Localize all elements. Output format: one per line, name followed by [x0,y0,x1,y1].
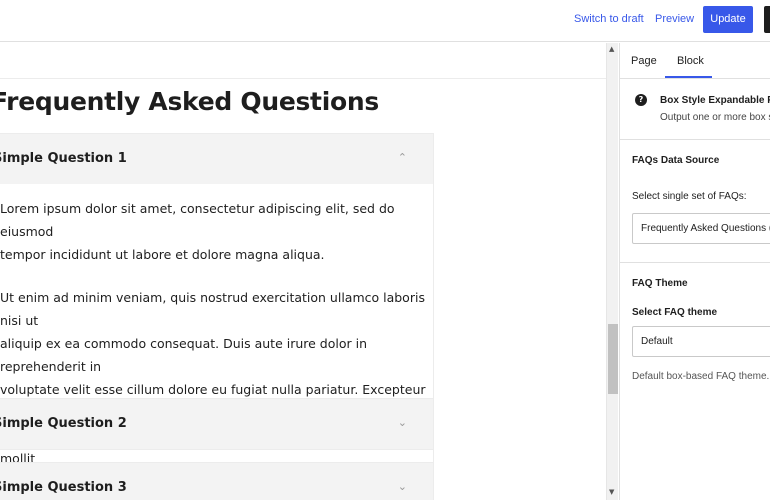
faq-item: Simple Question 3 ⌄ [0,462,434,500]
faq-answer-paragraph: Lorem ipsum dolor sit amet, consectetur … [0,197,427,266]
faq-question-header[interactable]: Simple Question 1 ⌃ [0,134,433,184]
sidebar-tabs: Page Block [620,43,770,79]
help-circle-icon: ? [635,94,647,106]
faq-set-label: Select single set of FAQs: [632,191,747,202]
block-name: Box Style Expandable FAQ [660,95,770,106]
preview-button[interactable]: Preview [655,13,694,25]
faq-question-header[interactable]: Simple Question 2 ⌄ [0,399,433,449]
faq-theme-select-value: Default [641,336,673,347]
faq-answer-text: Lorem ipsum dolor sit amet, consectetur … [0,201,395,262]
faq-set-select[interactable]: Frequently Asked Questions (5 [632,213,770,244]
switch-to-draft-button[interactable]: Switch to draft [574,13,644,25]
active-tab-indicator [665,76,712,78]
update-button[interactable]: Update [703,6,753,33]
divider [0,78,606,79]
faqs-data-source-panel: FAQs Data Source Select single set of FA… [620,141,770,263]
chevron-down-icon[interactable]: ⌄ [398,480,407,493]
faq-question-text: Simple Question 1 [0,151,127,166]
faq-answer-text: Ut enim ad minim veniam, quis nostrud ex… [0,290,426,489]
block-description: Output one or more box s [660,112,770,123]
scrollbar-thumb[interactable] [608,324,618,394]
settings-sidebar: Page Block ? Box Style Expandable FAQ Ou… [619,43,770,500]
editor-top-toolbar: Switch to draft Preview Update [0,0,770,42]
panel-title[interactable]: FAQs Data Source [632,155,719,166]
faq-answer: Lorem ipsum dolor sit amet, consectetur … [0,184,433,500]
scroll-up-arrow-icon[interactable]: ▲ [609,45,614,53]
faq-theme-panel: FAQ Theme Select FAQ theme Default Defau… [620,264,770,404]
tab-block[interactable]: Block [677,55,704,67]
chevron-up-icon[interactable]: ⌃ [398,151,407,164]
faq-theme-label: Select FAQ theme [632,307,718,318]
faq-question-text: Simple Question 3 [0,480,127,495]
editor-canvas: Frequently Asked Questions Simple Questi… [0,43,606,500]
scroll-down-arrow-icon[interactable]: ▼ [609,488,614,496]
block-card: ? Box Style Expandable FAQ Output one or… [620,80,770,140]
faq-item: Simple Question 2 ⌄ [0,398,434,450]
panel-title[interactable]: FAQ Theme [632,278,688,289]
settings-toggle-button[interactable] [764,6,770,33]
tab-page[interactable]: Page [631,55,657,67]
faq-question-text: Simple Question 2 [0,416,127,431]
faq-theme-help-text: Default box-based FAQ theme. [632,371,770,382]
editor-scrollbar[interactable]: ▲ ▼ [606,43,618,500]
faq-question-header[interactable]: Simple Question 3 ⌄ [0,463,433,500]
faq-heading[interactable]: Frequently Asked Questions [0,87,379,116]
faq-theme-select[interactable]: Default [632,326,770,357]
faq-set-select-value: Frequently Asked Questions (5 [641,223,770,234]
chevron-down-icon[interactable]: ⌄ [398,416,407,429]
